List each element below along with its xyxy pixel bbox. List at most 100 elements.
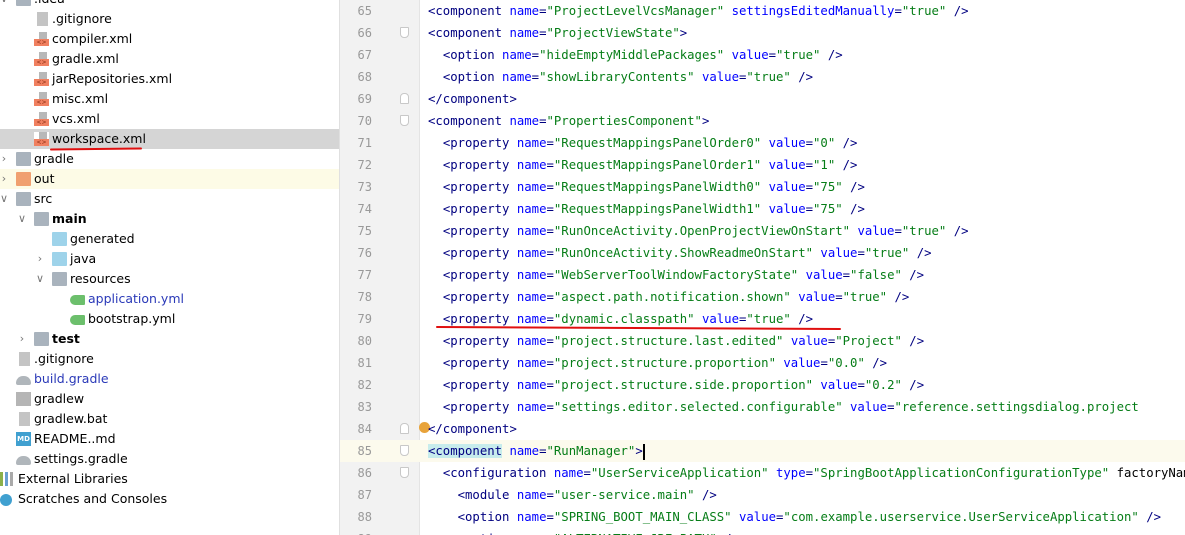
fold-marker-icon[interactable] [400, 467, 409, 478]
generated-folder-icon [52, 232, 67, 246]
code-line[interactable]: 66 <component name="ProjectViewState"> [340, 22, 1185, 44]
fold-marker-icon[interactable] [400, 27, 409, 38]
code-line[interactable]: 83 <property name="settings.editor.selec… [340, 396, 1185, 418]
tree-item[interactable]: › gradle [0, 149, 339, 169]
tree-item[interactable]: External Libraries [0, 469, 339, 489]
code-line[interactable]: 70 <component name="PropertiesComponent"> [340, 110, 1185, 132]
tree-item[interactable]: ∨ .idea [0, 0, 339, 9]
tree-item-label: out [34, 171, 55, 186]
tree-item[interactable]: misc.xml [0, 89, 339, 109]
code-line[interactable]: 73 <property name="RequestMappingsPanelW… [340, 176, 1185, 198]
chevron-down-icon[interactable]: ∨ [0, 189, 10, 209]
fold-marker-icon[interactable] [400, 423, 409, 434]
chevron-down-icon[interactable]: ∨ [16, 209, 28, 229]
chevron-right-icon[interactable]: › [0, 149, 10, 169]
code-line[interactable]: 65 <component name="ProjectLevelVcsManage… [340, 0, 1185, 22]
code-line[interactable]: 81 <property name="project.structure.pro… [340, 352, 1185, 374]
code-line[interactable]: 77 <property name="WebServerToolWindowFa… [340, 264, 1185, 286]
line-number: 85 [357, 444, 372, 458]
code-text: <property name="RunOnceActivity.OpenProj… [442, 224, 969, 238]
line-number: 80 [357, 334, 372, 348]
tree-item[interactable]: compiler.xml [0, 29, 339, 49]
line-number: 73 [357, 180, 372, 194]
tree-item-label: .gitignore [52, 11, 112, 26]
tree-item-label: workspace.xml [52, 131, 146, 146]
code-line[interactable]: 69 </component> [340, 88, 1185, 110]
tree-item[interactable]: gradlew.bat [0, 409, 339, 429]
code-text: <component name="ProjectLevelVcsManager"… [428, 4, 969, 18]
code-text: <configuration name="UserServiceApplicat… [442, 466, 1185, 480]
tree-item[interactable]: bootstrap.yml [0, 309, 339, 329]
code-line[interactable]: 89 <option name="ALTERNATIVE_JRE_PATH" /… [340, 528, 1185, 535]
code-line[interactable]: 78 <property name="aspect.path.notificat… [340, 286, 1185, 308]
code-line[interactable]: 84 </component> [340, 418, 1185, 440]
line-number: 72 [357, 158, 372, 172]
chevron-down-icon[interactable]: ∨ [34, 269, 46, 289]
code-line[interactable]: 68 <option name="showLibraryContents" va… [340, 66, 1185, 88]
code-line[interactable]: 85 <component name="RunManager"> [340, 440, 1185, 462]
xml-file-icon [34, 52, 49, 66]
fold-marker-icon[interactable] [400, 445, 409, 456]
tree-item[interactable]: Scratches and Consoles [0, 489, 339, 509]
code-line[interactable]: 87 <module name="user-service.main" /> [340, 484, 1185, 506]
fold-marker-icon[interactable] [400, 93, 409, 104]
tree-item[interactable]: ∨ resources [0, 269, 339, 289]
tree-item[interactable]: MD README..md [0, 429, 339, 449]
tree-item[interactable]: build.gradle [0, 369, 339, 389]
tree-item[interactable]: › out [0, 169, 339, 189]
tree-item[interactable]: settings.gradle [0, 449, 339, 469]
chevron-right-icon[interactable]: › [0, 169, 10, 189]
code-line[interactable]: 71 <property name="RequestMappingsPanelO… [340, 132, 1185, 154]
chevron-right-icon[interactable]: › [34, 249, 46, 269]
tree-item-label: .idea [34, 0, 65, 9]
code-text: <option name="hideEmptyMiddlePackages" v… [442, 48, 843, 62]
tree-item-label: generated [70, 231, 135, 246]
folder-icon [16, 192, 31, 206]
code-editor[interactable]: 65 <component name="ProjectLevelVcsManage… [340, 0, 1185, 535]
tree-item[interactable]: gradle.xml [0, 49, 339, 69]
tree-item-label: java [70, 251, 97, 266]
tree-item-label: resources [70, 271, 131, 286]
tree-item-label: main [52, 211, 87, 226]
tree-item[interactable]: workspace.xml [0, 129, 339, 149]
code-text: <module name="user-service.main" /> [457, 488, 717, 502]
java-folder-icon [52, 252, 67, 266]
code-text: <component name="RunManager"> [428, 443, 645, 460]
tree-item[interactable]: .gitignore [0, 349, 339, 369]
line-number: 67 [357, 48, 372, 62]
code-line[interactable]: 86 <configuration name="UserServiceAppli… [340, 462, 1185, 484]
tree-item[interactable]: ∨ src [0, 189, 339, 209]
code-line[interactable]: 88 <option name="SPRING_BOOT_MAIN_CLASS"… [340, 506, 1185, 528]
code-line[interactable]: 82 <property name="project.structure.sid… [340, 374, 1185, 396]
source-folder-icon [34, 212, 49, 226]
spring-yml-icon [70, 295, 85, 305]
fold-marker-icon[interactable] [400, 115, 409, 126]
tree-item[interactable]: gradlew [0, 389, 339, 409]
tree-item[interactable]: › test [0, 329, 339, 349]
line-number: 68 [357, 70, 372, 84]
project-tree-panel: ∨ .idea .gitignore compiler.xml gradle.xml ja… [0, 0, 340, 535]
code-text: <option name="showLibraryContents" value… [442, 70, 814, 84]
tree-item[interactable]: vcs.xml [0, 109, 339, 129]
chevron-down-icon[interactable]: ∨ [0, 0, 10, 9]
tree-item[interactable]: generated [0, 229, 339, 249]
chevron-right-icon[interactable]: › [16, 329, 28, 349]
tree-item[interactable]: ∨ main [0, 209, 339, 229]
tree-item-label: build.gradle [34, 371, 109, 386]
code-text: <property name="settings.editor.selected… [442, 400, 1139, 414]
tree-item[interactable]: application.yml [0, 289, 339, 309]
code-line[interactable]: 74 <property name="RequestMappingsPanelW… [340, 198, 1185, 220]
tree-item[interactable]: .gitignore [0, 9, 339, 29]
tree-item-label: gradle.xml [52, 51, 119, 66]
code-line[interactable]: 80 <property name="project.structure.las… [340, 330, 1185, 352]
code-line[interactable]: 72 <property name="RequestMappingsPanelO… [340, 154, 1185, 176]
line-number: 70 [357, 114, 372, 128]
tree-item[interactable]: jarRepositories.xml [0, 69, 339, 89]
code-text: <option name="SPRING_BOOT_MAIN_CLASS" va… [457, 510, 1162, 524]
line-number: 79 [357, 312, 372, 326]
code-line[interactable]: 76 <property name="RunOnceActivity.ShowR… [340, 242, 1185, 264]
code-line[interactable]: 75 <property name="RunOnceActivity.OpenP… [340, 220, 1185, 242]
line-number: 82 [357, 378, 372, 392]
tree-item[interactable]: › java [0, 249, 339, 269]
code-line[interactable]: 67 <option name="hideEmptyMiddlePackages… [340, 44, 1185, 66]
